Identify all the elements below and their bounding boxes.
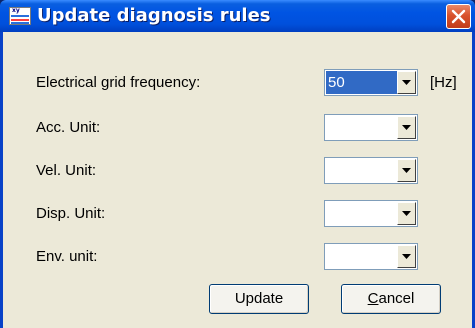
disp-unit-select[interactable] <box>324 200 418 227</box>
grid-frequency-dropdown-button[interactable] <box>397 71 416 94</box>
chevron-down-icon <box>402 211 411 216</box>
disp-unit-value <box>326 202 397 225</box>
chevron-down-icon <box>402 168 411 173</box>
acc-unit-select[interactable] <box>324 114 418 141</box>
vel-unit-label: Vel. Unit: <box>36 162 97 179</box>
dialog-window: xy Update diagnosis rules Electrical gri… <box>0 0 475 328</box>
acc-unit-value <box>326 116 397 139</box>
vel-unit-dropdown-button[interactable] <box>397 159 416 182</box>
cancel-mnemonic: C <box>367 290 379 307</box>
vel-unit-value <box>326 159 397 182</box>
update-button[interactable]: Update <box>209 284 309 314</box>
close-button[interactable] <box>446 4 471 29</box>
dialog-body: Electrical grid frequency: 50 [Hz] Acc. … <box>3 32 472 328</box>
grid-frequency-label: Electrical grid frequency: <box>36 74 201 91</box>
grid-frequency-select[interactable]: 50 <box>324 69 418 96</box>
acc-unit-dropdown-button[interactable] <box>397 116 416 139</box>
env-unit-dropdown-button[interactable] <box>397 245 416 268</box>
acc-unit-label: Acc. Unit: <box>36 119 101 136</box>
disp-unit-label: Disp. Unit: <box>36 205 106 222</box>
env-unit-value <box>326 245 397 268</box>
env-unit-select[interactable] <box>324 243 418 270</box>
chevron-down-icon <box>402 254 411 259</box>
grid-frequency-value: 50 <box>326 71 397 94</box>
vel-unit-select[interactable] <box>324 157 418 184</box>
title-bar[interactable]: xy Update diagnosis rules <box>0 0 475 32</box>
chevron-down-icon <box>402 80 411 85</box>
cancel-label-rest: ancel <box>378 290 415 307</box>
grid-frequency-unit: [Hz] <box>430 74 457 91</box>
close-x-icon <box>451 9 466 24</box>
xy-chart-app-icon: xy <box>9 7 31 25</box>
cancel-button[interactable]: Cancel <box>341 284 441 314</box>
disp-unit-dropdown-button[interactable] <box>397 202 416 225</box>
chevron-down-icon <box>402 125 411 130</box>
window-title: Update diagnosis rules <box>37 5 271 26</box>
env-unit-label: Env. unit: <box>36 248 98 265</box>
